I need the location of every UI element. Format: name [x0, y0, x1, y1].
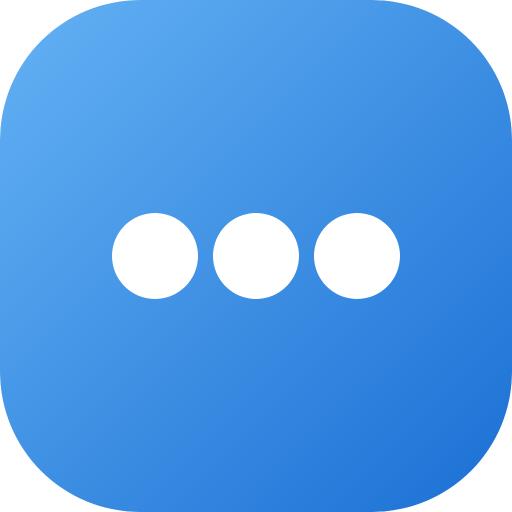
ellipsis-dots: [112, 213, 400, 299]
more-options-app-icon[interactable]: [0, 0, 512, 512]
more-options-icon: [0, 0, 512, 512]
dot-1: [112, 213, 198, 299]
dot-2: [213, 213, 299, 299]
dot-3: [314, 213, 400, 299]
